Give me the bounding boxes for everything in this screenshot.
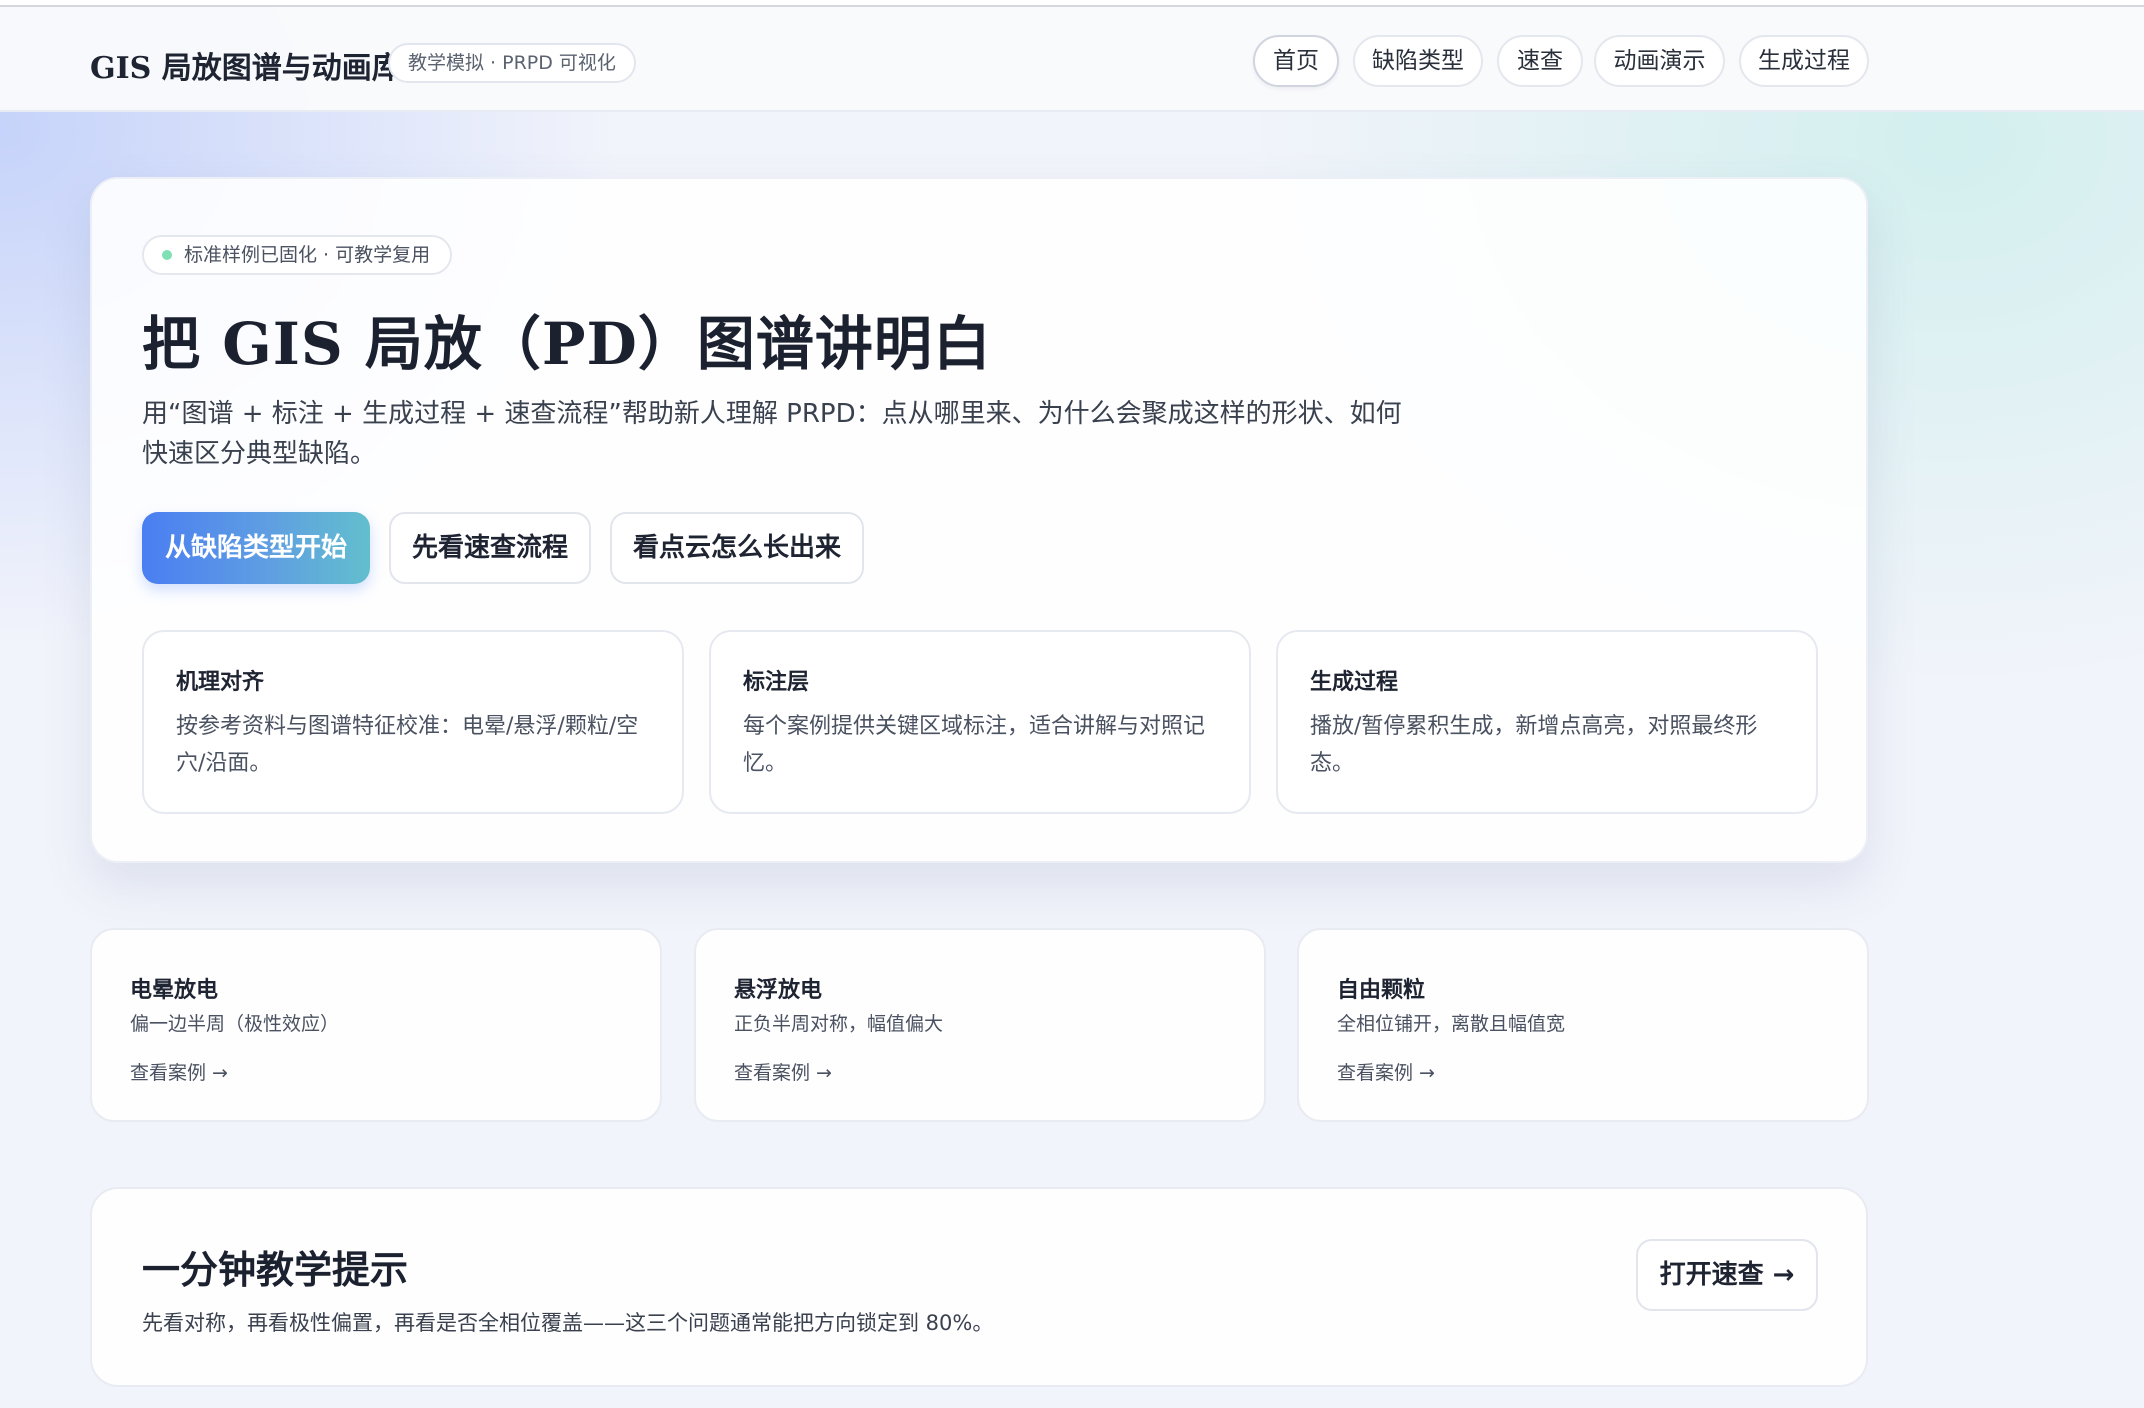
hero-title: 把 GIS 局放（PD）图谱讲明白 [142, 310, 992, 378]
status-pill: 标准样例已固化 · 可教学复用 [142, 235, 453, 275]
feature-title: 生成过程 [1310, 670, 1399, 695]
feature-card-generation: 生成过程 播放/暂停累积生成，新增点高亮，对照最终形态。 [1276, 630, 1818, 814]
status-dot-icon [162, 250, 172, 260]
brand-title[interactable]: GIS 局放图谱与动画库 [90, 43, 402, 87]
brand-badge: 教学模拟 · PRPD 可视化 [388, 43, 636, 83]
defect-description: 正负半周对称，幅值偏大 [734, 1013, 944, 1035]
defect-description: 偏一边半周（极性效应） [130, 1013, 340, 1035]
point-cloud-growth-button[interactable]: 看点云怎么长出来 [610, 512, 864, 584]
open-quick-check-button[interactable]: 打开速查 → [1636, 1239, 1818, 1311]
view-case-link[interactable]: 查看案例 → [130, 1058, 228, 1085]
view-case-link[interactable]: 查看案例 → [1337, 1058, 1435, 1085]
feature-title: 机理对齐 [176, 670, 265, 695]
browser-top-edge [0, 0, 2144, 7]
hero-description: 用“图谱 + 标注 + 生成过程 + 速查流程”帮助新人理解 PRPD：点从哪里… [142, 399, 1402, 469]
teaching-tip-card: 一分钟教学提示 先看对称，再看极性偏置，再看是否全相位覆盖——这三个问题通常能把… [90, 1187, 1868, 1387]
defect-title: 自由颗粒 [1337, 978, 1426, 1003]
nav-animation-demo[interactable]: 动画演示 [1594, 35, 1725, 87]
defect-title: 悬浮放电 [734, 978, 823, 1003]
quick-check-flow-button[interactable]: 先看速查流程 [389, 512, 591, 584]
feature-text: 每个案例提供关键区域标注，适合讲解与对照记忆。 [743, 714, 1206, 776]
nav-generation-process[interactable]: 生成过程 [1739, 35, 1869, 87]
nav-defect-types[interactable]: 缺陷类型 [1353, 35, 1483, 87]
feature-title: 标注层 [743, 670, 810, 695]
feature-card-mechanism: 机理对齐 按参考资料与图谱特征校准：电晕/悬浮/颗粒/空穴/沿面。 [142, 630, 684, 814]
start-defect-types-button[interactable]: 从缺陷类型开始 [142, 512, 370, 584]
site-header: GIS 局放图谱与动画库 教学模拟 · PRPD 可视化 首页 缺陷类型 速查 … [0, 7, 2144, 112]
hero-card: 标准样例已固化 · 可教学复用 把 GIS 局放（PD）图谱讲明白 用“图谱 +… [90, 177, 1868, 863]
tip-text: 先看对称，再看极性偏置，再看是否全相位覆盖——这三个问题通常能把方向锁定到 80… [142, 1311, 994, 1335]
feature-card-annotation: 标注层 每个案例提供关键区域标注，适合讲解与对照记忆。 [709, 630, 1251, 814]
nav-quick-check[interactable]: 速查 [1497, 35, 1583, 87]
tip-title: 一分钟教学提示 [142, 1247, 409, 1292]
defect-card-corona[interactable]: 电晕放电 偏一边半周（极性效应） 查看案例 → [90, 928, 662, 1122]
defect-description: 全相位铺开，离散且幅值宽 [1337, 1013, 1566, 1035]
feature-text: 按参考资料与图谱特征校准：电晕/悬浮/颗粒/空穴/沿面。 [176, 714, 639, 776]
defect-card-free-particle[interactable]: 自由颗粒 全相位铺开，离散且幅值宽 查看案例 → [1297, 928, 1869, 1122]
defect-card-floating[interactable]: 悬浮放电 正负半周对称，幅值偏大 查看案例 → [694, 928, 1266, 1122]
defect-title: 电晕放电 [130, 978, 219, 1003]
feature-text: 播放/暂停累积生成，新增点高亮，对照最终形态。 [1310, 714, 1758, 776]
nav-home[interactable]: 首页 [1253, 35, 1339, 87]
status-pill-text: 标准样例已固化 · 可教学复用 [184, 244, 431, 266]
view-case-link[interactable]: 查看案例 → [734, 1058, 832, 1085]
